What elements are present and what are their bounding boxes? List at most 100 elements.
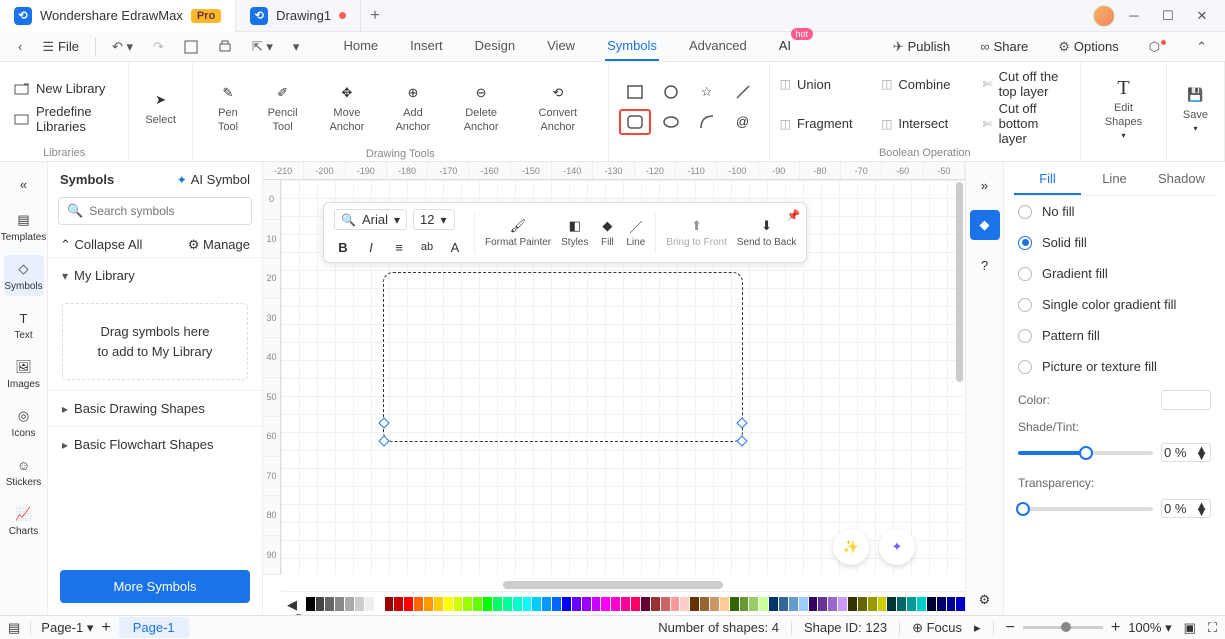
color-swatch[interactable] [878, 597, 887, 611]
color-swatch[interactable] [316, 597, 325, 611]
play-button[interactable]: ▸ [974, 620, 981, 636]
menu-view[interactable]: View [545, 32, 577, 61]
ai-assist-button[interactable]: ✦ [879, 529, 915, 565]
page-tab[interactable]: Page-1 [119, 617, 189, 638]
pages-icon[interactable]: ▤ [8, 620, 20, 636]
color-swatch[interactable] [434, 597, 443, 611]
color-swatch[interactable] [720, 597, 729, 611]
color-swatch[interactable] [552, 597, 561, 611]
ribbon-save-button[interactable]: 💾Save▾ [1177, 68, 1214, 148]
expand-right[interactable]: » [970, 170, 1000, 200]
add-anchor-tool[interactable]: ⊕Add Anchor [382, 68, 445, 148]
nav-templates[interactable]: ▤Templates [4, 206, 44, 247]
color-swatch[interactable] [651, 597, 660, 611]
color-swatch[interactable] [365, 597, 374, 611]
convert-anchor-tool[interactable]: ⟲Convert Anchor [518, 68, 598, 148]
zoom-slider[interactable] [1023, 626, 1103, 629]
color-swatch[interactable] [818, 597, 827, 611]
color-swatch[interactable] [858, 597, 867, 611]
color-swatch[interactable] [414, 597, 423, 611]
color-swatch[interactable] [661, 597, 670, 611]
color-swatch[interactable] [631, 597, 640, 611]
save-button[interactable] [176, 36, 206, 58]
bold-button[interactable]: B [334, 238, 352, 256]
color-swatch[interactable] [404, 597, 413, 611]
color-swatch[interactable] [927, 597, 936, 611]
color-swatch[interactable] [493, 597, 502, 611]
bring-front-button[interactable]: ⬆Bring to Front [666, 217, 727, 248]
drop-zone[interactable]: Drag symbols hereto add to My Library [62, 303, 248, 380]
color-swatch[interactable] [730, 597, 739, 611]
color-swatch[interactable] [611, 597, 620, 611]
color-swatch[interactable] [503, 597, 512, 611]
ai-symbol-button[interactable]: ✦ AI Symbol [177, 172, 250, 187]
color-swatch[interactable] [838, 597, 847, 611]
color-swatch[interactable] [306, 597, 315, 611]
color-swatch[interactable] [937, 597, 946, 611]
opt-gradient[interactable]: Gradient fill [1014, 258, 1215, 289]
more-qat[interactable]: ▾ [285, 35, 308, 59]
delete-anchor-tool[interactable]: ⊖Delete Anchor [444, 68, 518, 148]
color-swatch[interactable] [907, 597, 916, 611]
trans-value[interactable]: 0 %▲▼ [1161, 499, 1211, 518]
fontcolor-button[interactable]: A [446, 238, 464, 256]
color-swatch[interactable] [740, 597, 749, 611]
color-swatch[interactable] [917, 597, 926, 611]
color-swatch[interactable] [700, 597, 709, 611]
color-swatch[interactable] [463, 597, 472, 611]
nav-stickers[interactable]: ☺Stickers [4, 451, 44, 492]
focus-mode[interactable]: ⊕ Focus [912, 620, 962, 636]
shade-slider[interactable] [1018, 451, 1153, 455]
manage-button[interactable]: ⚙ Manage [188, 237, 250, 253]
align-button[interactable]: ≡ [390, 238, 408, 256]
color-swatch[interactable] [523, 597, 532, 611]
tab-line[interactable]: Line [1081, 162, 1148, 195]
undo-button[interactable]: ↶ ▾ [104, 35, 141, 59]
basic-drawing-section[interactable]: ▸ Basic Drawing Shapes [48, 390, 262, 426]
color-swatch[interactable] [809, 597, 818, 611]
nav-icons[interactable]: ◎Icons [4, 402, 44, 443]
sparkle-button[interactable]: ✨ [833, 529, 869, 565]
publish-button[interactable]: ✈ Publish [885, 35, 959, 59]
notif-button[interactable]: ⬡ [1141, 35, 1174, 59]
color-swatch[interactable] [848, 597, 857, 611]
select-tool[interactable]: ➤Select [139, 68, 182, 148]
color-swatch[interactable] [325, 597, 334, 611]
zoom-in[interactable]: + [1111, 619, 1120, 637]
styles-button[interactable]: ◧Styles [561, 217, 588, 248]
fill-button[interactable]: ◆Fill [598, 217, 616, 248]
shape-roundrect[interactable] [619, 109, 651, 135]
color-swatch[interactable] [690, 597, 699, 611]
hscrollbar[interactable] [503, 581, 723, 589]
color-swatch[interactable] [671, 597, 680, 611]
opt-nofill[interactable]: No fill [1014, 196, 1215, 227]
case-button[interactable]: ab [418, 238, 436, 256]
collapse-ribbon-button[interactable]: ⌃ [1188, 35, 1215, 59]
opt-single-gradient[interactable]: Single color gradient fill [1014, 289, 1215, 320]
color-swatch[interactable] [759, 597, 768, 611]
nav-charts[interactable]: 📈Charts [4, 500, 44, 541]
shape-arc[interactable] [691, 109, 723, 135]
user-avatar[interactable] [1093, 5, 1115, 27]
color-swatch[interactable] [385, 597, 394, 611]
italic-button[interactable]: I [362, 238, 380, 256]
options-button[interactable]: ⚙ Options [1050, 35, 1126, 59]
move-anchor-tool[interactable]: ✥Move Anchor [312, 68, 381, 148]
close-button[interactable]: ✕ [1187, 2, 1217, 30]
color-swatch[interactable] [394, 597, 403, 611]
nav-images[interactable]: 🖼Images [4, 353, 44, 394]
predef-libraries-button[interactable]: Predefine Libraries [10, 102, 118, 136]
shape-spiral[interactable]: @ [727, 109, 759, 135]
color-swatch[interactable] [483, 597, 492, 611]
font-select[interactable]: 🔍 Arial ▾ [334, 209, 407, 230]
color-swatch[interactable] [947, 597, 956, 611]
color-swatch[interactable] [345, 597, 354, 611]
collapse-left[interactable]: « [4, 170, 44, 198]
shape-star[interactable]: ☆ [691, 79, 723, 105]
maximize-button[interactable]: ☐ [1153, 2, 1183, 30]
color-swatch[interactable] [424, 597, 433, 611]
color-swatch[interactable] [582, 597, 591, 611]
color-swatch[interactable] [355, 597, 364, 611]
fragment-button[interactable]: ◫ Fragment [780, 101, 867, 146]
canvas[interactable]: -210-200-190-180-170-160-150-140-130-120… [263, 162, 965, 615]
